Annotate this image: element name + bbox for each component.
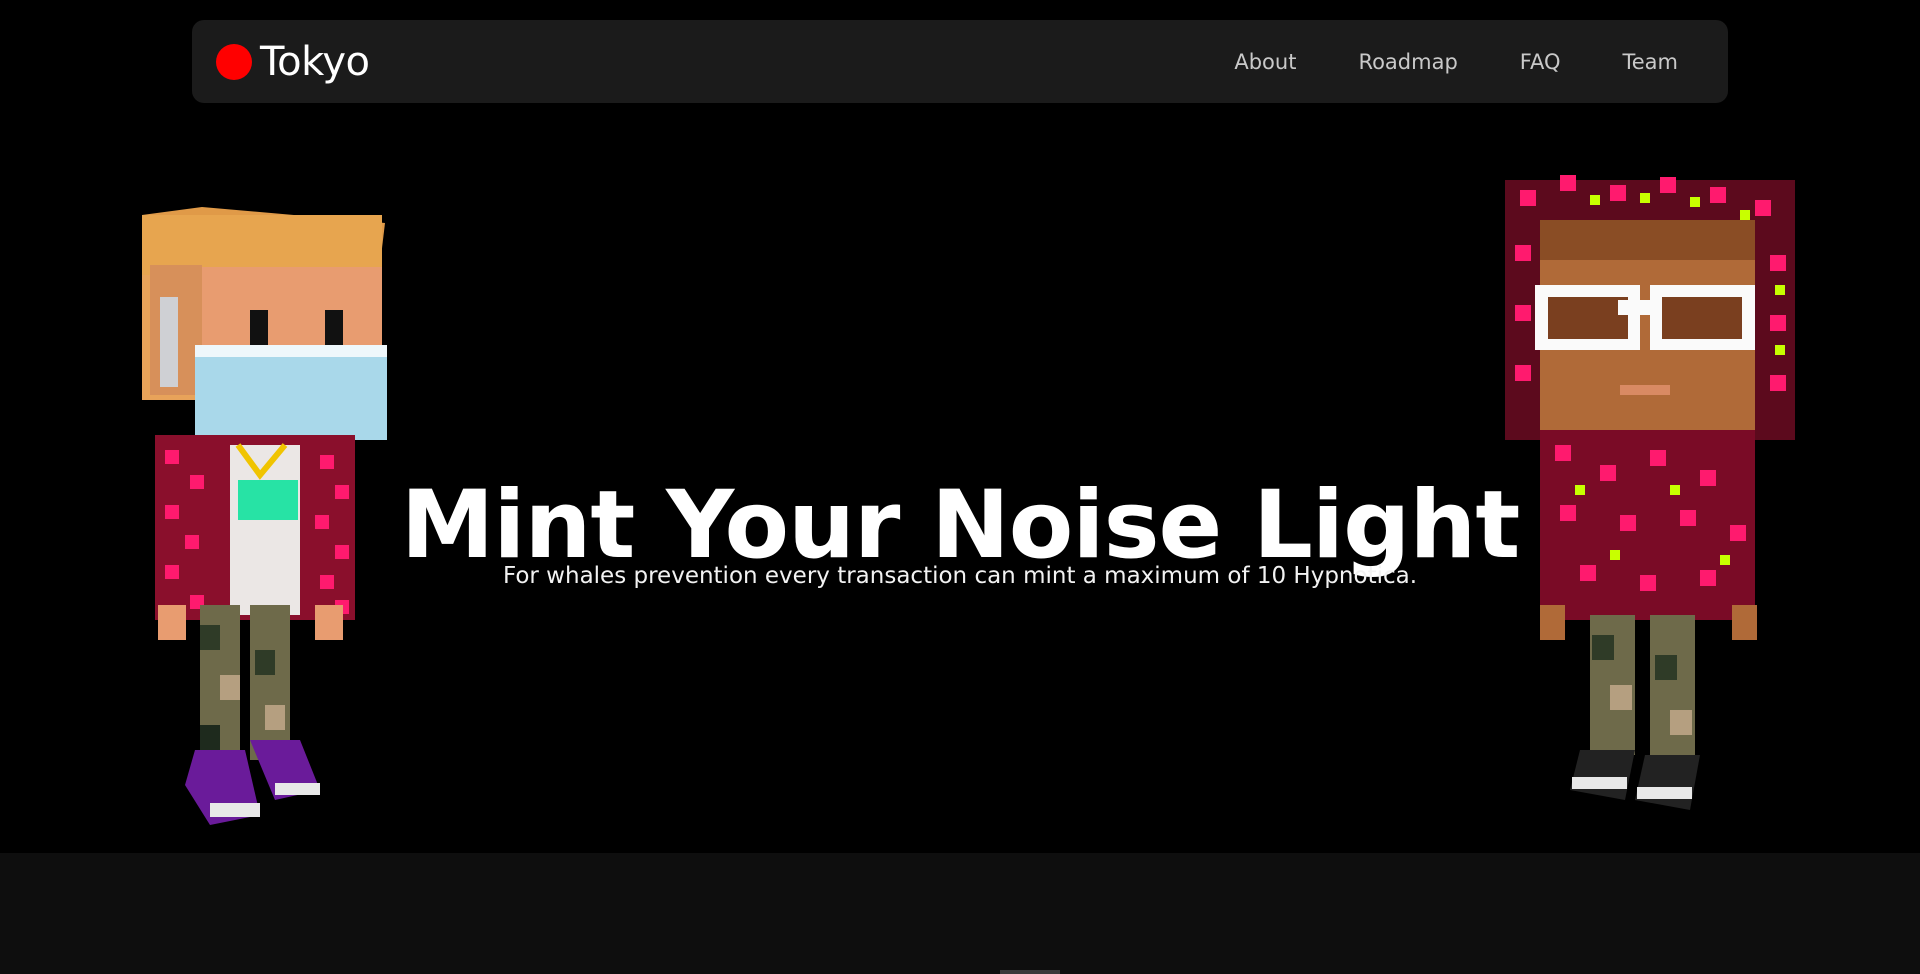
red-dot-logo-icon [216,43,252,80]
nav-links: About Roadmap FAQ Team [1172,20,1678,103]
nav-link-team[interactable]: Team [1622,50,1678,74]
nav-link-faq[interactable]: FAQ [1520,50,1561,74]
next-section-band [0,853,1920,974]
nav-link-roadmap[interactable]: Roadmap [1358,50,1457,74]
brand-name: Tokyo [260,38,370,85]
brand-logo-link[interactable]: Tokyo [216,20,370,103]
scroll-indicator [1000,970,1060,974]
nav-link-about[interactable]: About [1234,50,1296,74]
hero-subtitle: For whales prevention every transaction … [502,563,1418,589]
page: Tokyo About Roadmap FAQ Team Mint Your N… [0,0,1920,974]
top-navbar: Tokyo About Roadmap FAQ Team [192,20,1728,103]
